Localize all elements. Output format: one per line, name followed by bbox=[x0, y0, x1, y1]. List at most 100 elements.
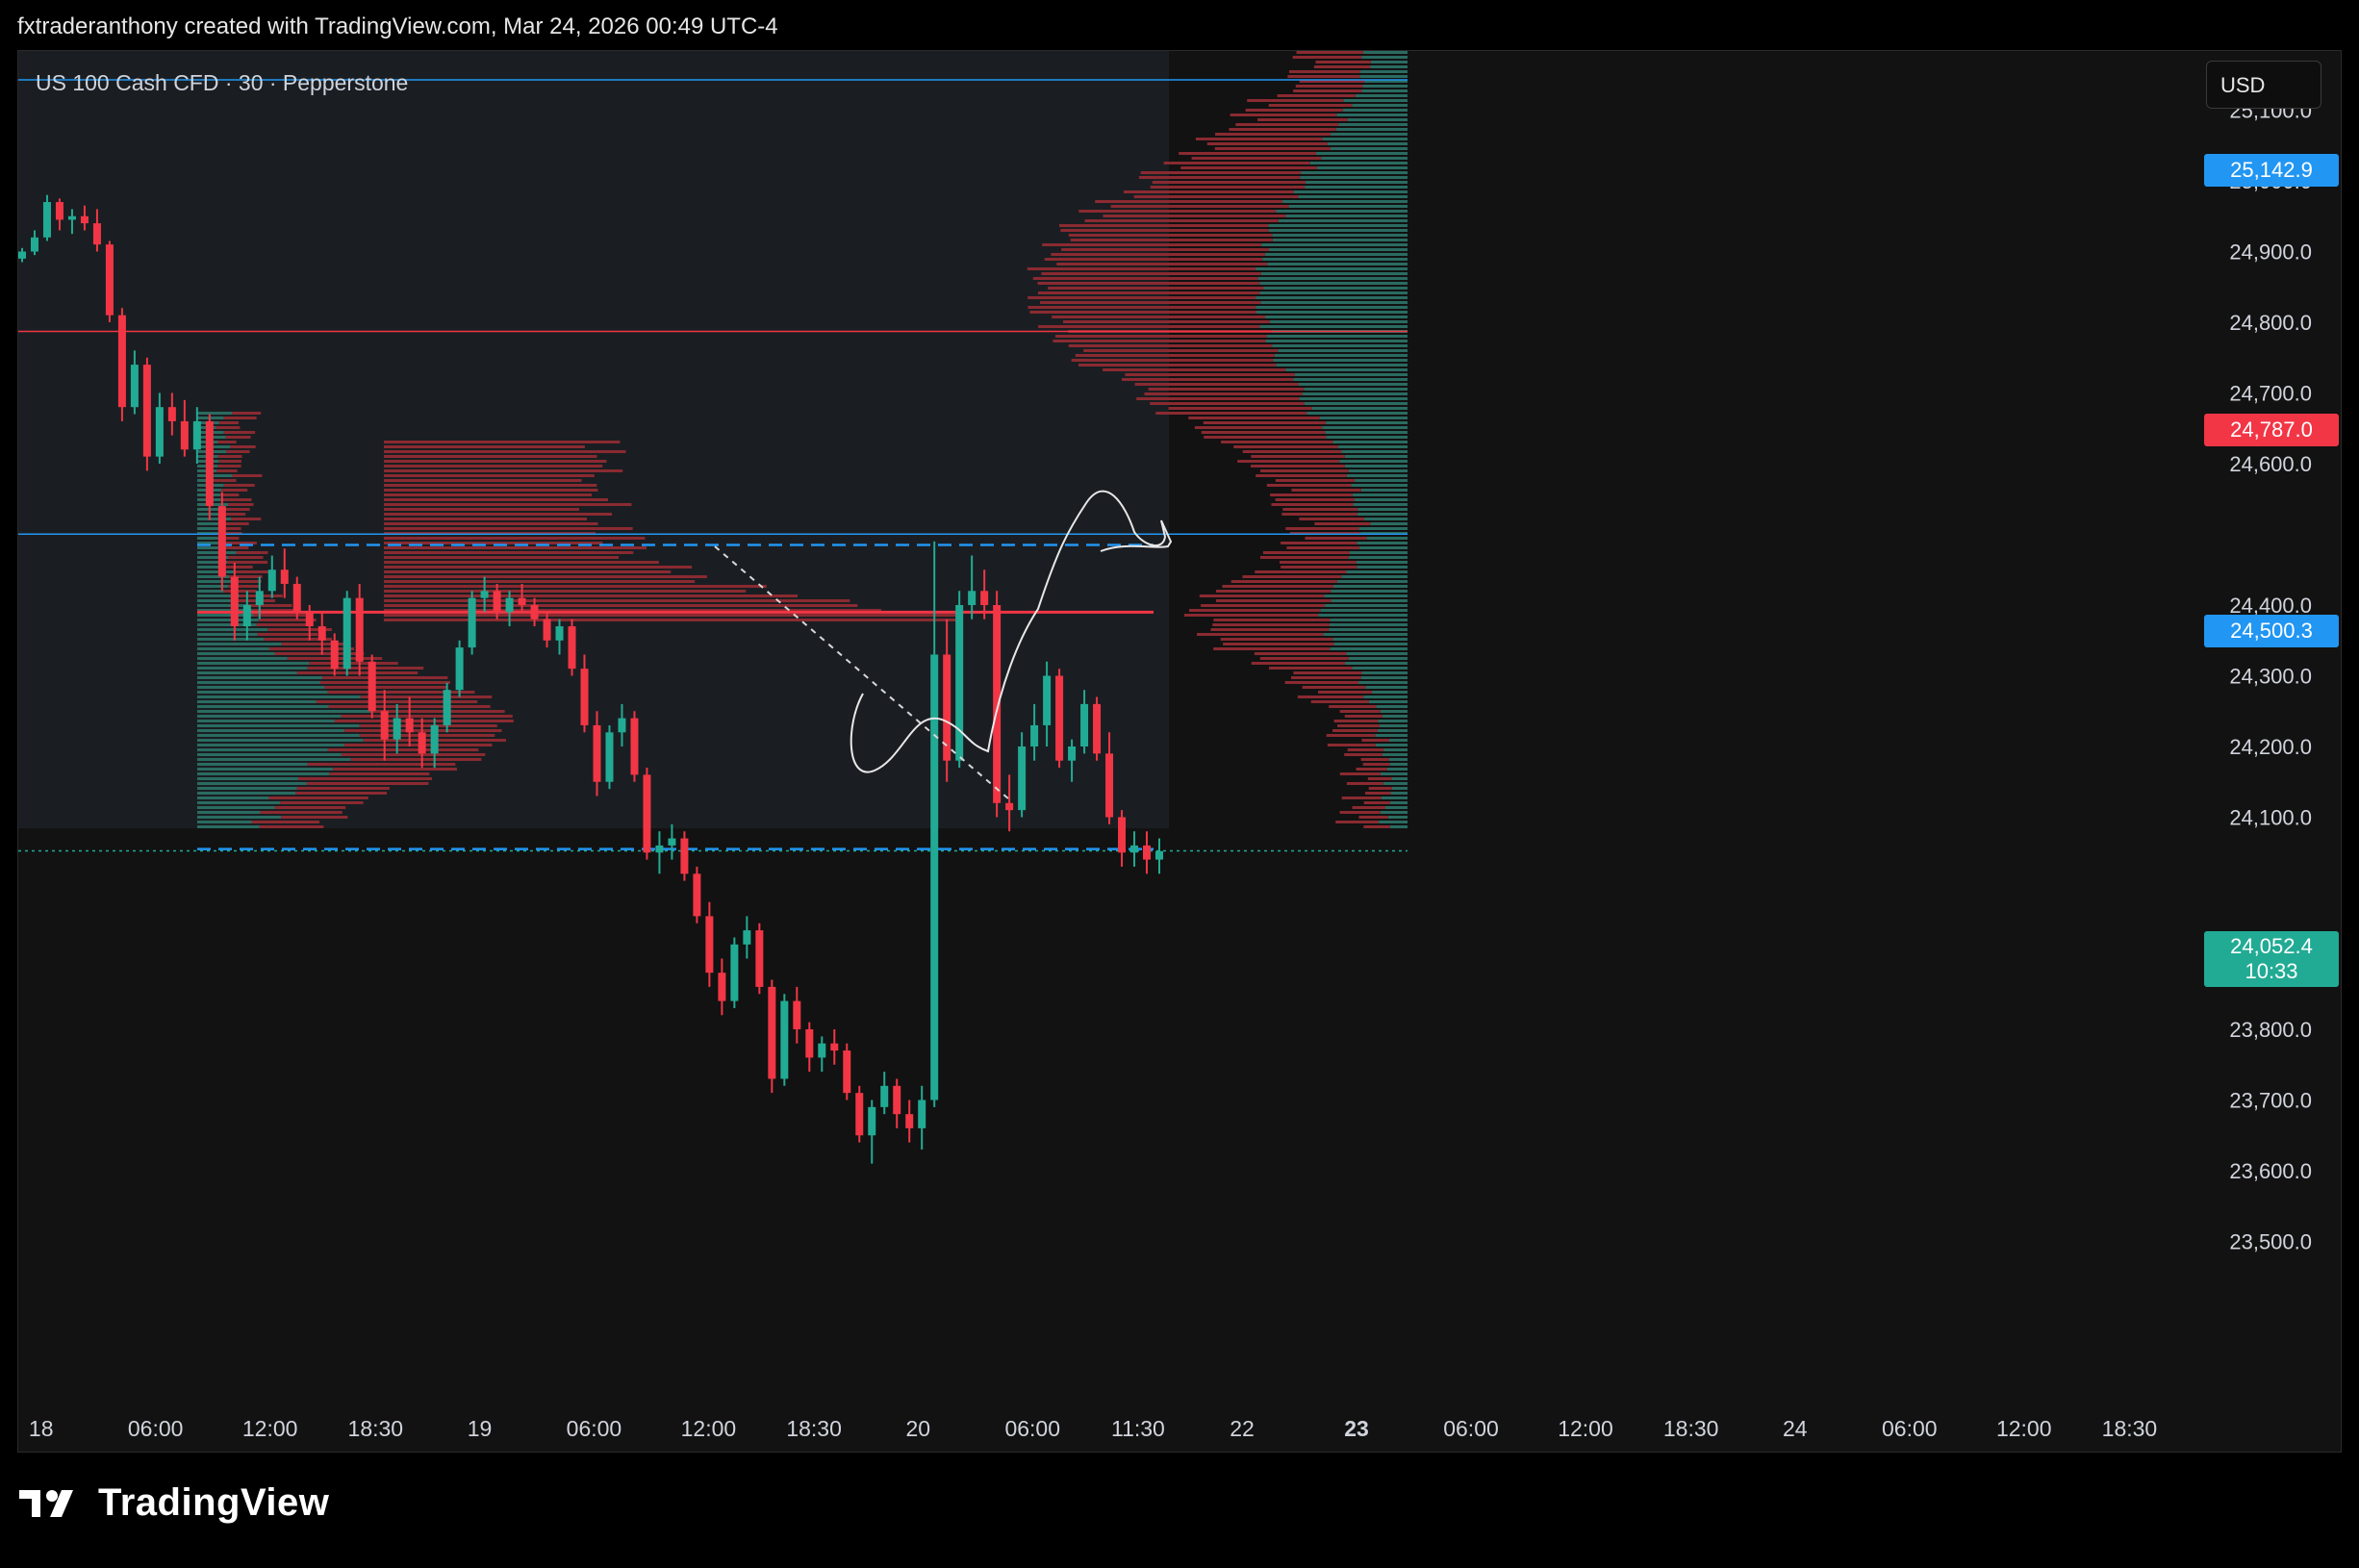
profile-bar-right bbox=[1349, 556, 1408, 559]
profile-bar-right bbox=[1287, 75, 1359, 78]
profile-bar-left bbox=[197, 787, 297, 790]
profile-bar-right bbox=[1103, 215, 1285, 217]
profile-bar-left bbox=[307, 782, 429, 785]
time-axis[interactable]: 18 06:00 12:00 18:30 19 06:00 12:00 18:30 20 06:0… bbox=[29, 1416, 2157, 1441]
profile-bar-right bbox=[1134, 195, 1299, 198]
profile-bar-left bbox=[298, 777, 432, 780]
profile-bar-right bbox=[1345, 715, 1382, 718]
profile-bar-left bbox=[197, 734, 360, 737]
profile-bar-left bbox=[197, 599, 237, 602]
profile-bar-right bbox=[1122, 378, 1293, 381]
time-axis-label: 11:30 bbox=[1111, 1416, 1165, 1441]
price-tag-blue-mid[interactable]: 24,500.3 bbox=[2204, 615, 2339, 647]
profile-bar-right bbox=[1051, 253, 1264, 256]
profile-bar-left bbox=[342, 715, 513, 718]
profile-bar-right bbox=[1267, 263, 1408, 266]
profile-bar-right bbox=[1314, 65, 1370, 68]
profile-bar-right bbox=[1257, 118, 1348, 121]
price-tag-red[interactable]: 24,787.0 bbox=[2204, 414, 2339, 446]
profile-bar-left bbox=[197, 797, 269, 799]
profile-bar-left bbox=[197, 801, 280, 804]
profile-bar-right bbox=[1343, 109, 1408, 112]
profile-bar-right bbox=[1331, 599, 1408, 602]
profile-bar-right bbox=[1179, 152, 1316, 155]
profile-bar-right bbox=[1355, 479, 1408, 482]
candle-body bbox=[680, 839, 688, 874]
profile-bar-left bbox=[324, 686, 446, 689]
profile-bar-left bbox=[197, 585, 228, 588]
time-axis-label: 18:30 bbox=[786, 1416, 842, 1441]
candle-body bbox=[519, 598, 526, 605]
candle-body bbox=[643, 774, 650, 852]
profile-bar-mid bbox=[384, 465, 602, 468]
profile-bar-left bbox=[197, 763, 308, 766]
profile-bar-right bbox=[1285, 368, 1408, 371]
price-axis-label: 24,600.0 bbox=[2229, 452, 2312, 476]
currency-selector[interactable]: USD bbox=[2206, 61, 2321, 109]
profile-bar-left bbox=[197, 825, 260, 828]
candle-body bbox=[1068, 746, 1076, 761]
profile-bar-right bbox=[1195, 426, 1323, 429]
profile-bar-right bbox=[1063, 320, 1270, 323]
profile-bar-right bbox=[1323, 426, 1408, 429]
candle-body bbox=[805, 1029, 813, 1057]
profile-bar-right bbox=[1311, 700, 1369, 703]
profile-bar-right bbox=[1269, 248, 1408, 251]
profile-bar-right bbox=[1345, 662, 1408, 665]
profile-bar-left bbox=[219, 421, 239, 424]
profile-bar-right bbox=[1382, 715, 1408, 718]
profile-bar-right bbox=[1212, 623, 1330, 626]
profile-bar-right bbox=[1333, 585, 1408, 588]
profile-bar-right bbox=[1345, 465, 1408, 468]
profile-bar-right bbox=[1381, 811, 1408, 814]
candle-body bbox=[168, 407, 176, 421]
price-axis-label: 24,900.0 bbox=[2229, 240, 2312, 265]
profile-bar-left bbox=[197, 705, 329, 708]
profile-bar-right bbox=[1230, 114, 1337, 116]
chart-panel[interactable]: 25,200.025,100.025,000.024,900.024,800.0… bbox=[17, 50, 2342, 1453]
profile-bar-right bbox=[1335, 821, 1379, 823]
profile-bar-right bbox=[1282, 200, 1408, 203]
candle-body bbox=[93, 223, 101, 244]
profile-bar-right bbox=[1233, 445, 1337, 448]
profile-bar-left bbox=[214, 479, 236, 482]
profile-bar-right bbox=[1196, 138, 1323, 140]
profile-bar-right bbox=[1318, 691, 1372, 694]
profile-bar-right bbox=[1358, 527, 1408, 530]
candle-body bbox=[630, 719, 638, 775]
profile-bar-mid bbox=[384, 489, 597, 492]
profile-bar-right bbox=[1276, 498, 1355, 501]
profile-bar-right bbox=[1363, 763, 1390, 766]
price-axis[interactable]: 25,200.025,100.025,000.024,900.024,800.0… bbox=[2229, 51, 2312, 1254]
profile-bar-left bbox=[360, 734, 495, 737]
price-tag-blue-top[interactable]: 25,142.9 bbox=[2204, 154, 2339, 187]
candle-body bbox=[780, 1001, 788, 1079]
profile-bar-right bbox=[1333, 643, 1408, 645]
profile-bar-right bbox=[1340, 710, 1381, 713]
profile-bar-mid bbox=[384, 455, 596, 458]
profile-bar-left bbox=[329, 772, 429, 775]
profile-bar-mid bbox=[384, 518, 587, 520]
profile-bar-right bbox=[1169, 407, 1312, 410]
price-axis-label: 23,600.0 bbox=[2229, 1159, 2312, 1183]
time-axis-label: 12:00 bbox=[1558, 1416, 1613, 1441]
profile-bar-mid bbox=[384, 513, 612, 516]
profile-bar-right bbox=[1204, 436, 1326, 439]
profile-bar-mid bbox=[384, 546, 647, 549]
candle-body bbox=[494, 591, 501, 612]
time-axis-label: 06:00 bbox=[1443, 1416, 1499, 1441]
profile-bar-right bbox=[1269, 229, 1408, 232]
candle-body bbox=[880, 1086, 888, 1107]
profile-bar-left bbox=[261, 811, 342, 814]
profile-bar-right bbox=[1299, 383, 1408, 386]
profile-bar-right bbox=[1078, 364, 1276, 367]
profile-bar-left bbox=[224, 590, 257, 593]
profile-bar-right bbox=[1371, 61, 1408, 63]
profile-bar-right bbox=[1252, 662, 1345, 665]
profile-bar-right bbox=[1349, 657, 1408, 660]
profile-bar-left bbox=[197, 720, 335, 722]
profile-bar-right bbox=[1293, 378, 1408, 381]
tradingview-logo[interactable]: TradingView bbox=[19, 1481, 329, 1525]
profile-bar-right bbox=[1251, 465, 1345, 468]
price-chart[interactable]: 25,200.025,100.025,000.024,900.024,800.0… bbox=[18, 51, 2343, 1454]
